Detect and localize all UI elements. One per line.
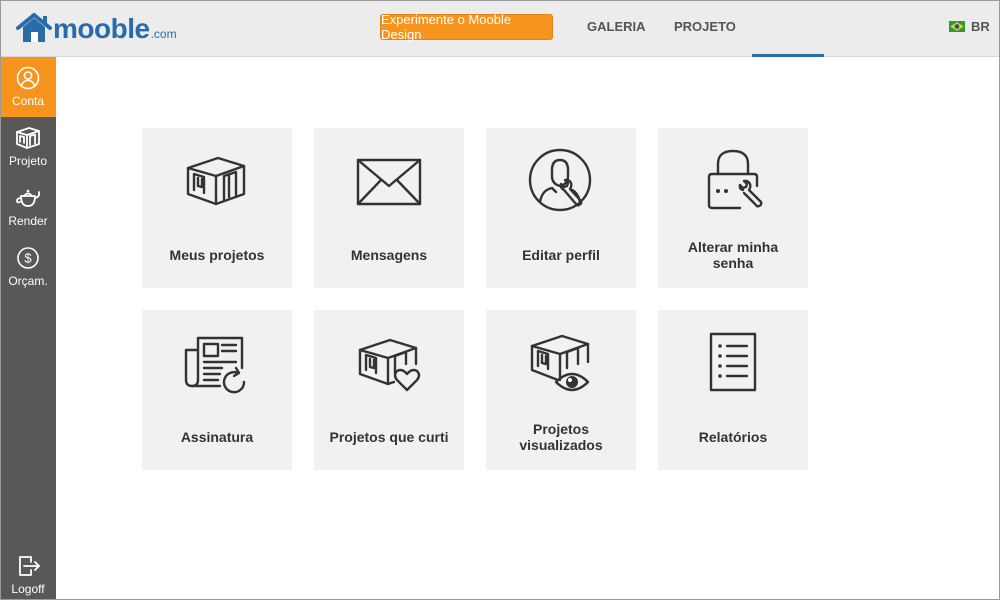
mooble-logo[interactable]: mooble .com [16,10,177,44]
user-icon [16,66,40,90]
tile-mensagens[interactable]: Mensagens [314,128,464,288]
tile-label: Projetos que curti [329,429,449,445]
logout-icon [19,556,40,576]
lock-wrench-icon [707,149,763,210]
tile-meus-projetos[interactable]: Meus projetos [142,128,292,288]
nav-projeto[interactable]: PROJETO [674,19,736,34]
room-icon [16,127,40,149]
report-list-icon [709,332,757,392]
tile-label: Editar perfil [522,247,600,263]
tile-alterar-senha[interactable]: Alterar minha senha [658,128,808,288]
newspaper-refresh-icon [184,336,246,394]
envelope-icon [356,158,422,206]
tile-label: Assinatura [180,429,254,445]
sidebar-item-label: Render [8,214,48,228]
tile-label: Alterar minha senha [687,239,779,271]
sidebar-item-conta[interactable]: Conta [0,57,56,117]
sidebar-item-projeto[interactable]: Projeto [0,117,56,177]
nav-galeria[interactable]: GALERIA [587,19,646,34]
sidebar: Conta Projeto Render $ Orçam. Logoff [0,57,56,600]
room-icon [186,156,246,206]
sidebar-item-label: Projeto [8,154,48,168]
language-selector[interactable]: BR [949,19,990,34]
tile-editar-perfil[interactable]: Editar perfil [486,128,636,288]
language-label: BR [971,19,990,34]
nav-active-underline [752,54,824,57]
window-frame [0,0,1000,600]
svg-text:$: $ [24,251,32,266]
logo-suffix: .com [150,27,177,41]
tile-projetos-visualizados[interactable]: Projetos visualizados [486,310,636,470]
sidebar-item-render[interactable]: Render [0,177,56,237]
tile-label: Relatórios [698,429,768,445]
dollar-icon: $ [17,247,39,269]
top-header: mooble .com Experimente o Mooble Design … [0,0,1000,57]
brazil-flag-icon [949,21,965,32]
tile-relatorios[interactable]: Relatórios [658,310,808,470]
sidebar-item-label: Conta [11,94,45,108]
tile-assinatura[interactable]: Assinatura [142,310,292,470]
logoff-label: Logoff [11,582,45,596]
logo-text: mooble [53,13,150,44]
room-heart-icon [358,338,421,392]
house-logo-icon [16,13,52,42]
sidebar-item-label: Orçam. [8,274,48,288]
tile-projetos-que-curti[interactable]: Projetos que curti [314,310,464,470]
room-eye-icon [530,334,590,392]
sidebar-item-orcamento[interactable]: $ Orçam. [0,237,56,297]
tile-label: Mensagens [350,247,428,263]
tile-label: Projetos visualizados [519,421,603,453]
teapot-icon [16,189,41,207]
sidebar-item-logoff[interactable]: Logoff [0,547,56,600]
tile-label: Meus projetos [169,247,265,263]
user-wrench-icon [528,148,592,212]
try-mooble-design-button[interactable]: Experimente o Mooble Design [380,12,553,42]
